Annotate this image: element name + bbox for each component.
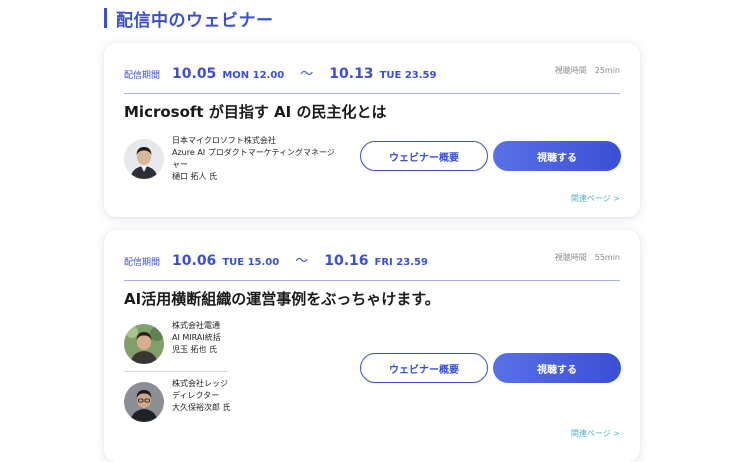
webinar-title: Microsoft が目指す AI の民主化とは bbox=[124, 103, 387, 121]
end-day-time: TUE 23.59 bbox=[379, 70, 437, 81]
end-date: 10.16 bbox=[324, 253, 369, 269]
start-day-time: MON 12.00 bbox=[222, 70, 285, 81]
speaker-role: AI MIRAI統括 bbox=[172, 333, 221, 342]
related-page-link[interactable]: 関連ページ > bbox=[571, 428, 620, 439]
speaker-info: 株式会社電通 AI MIRAI統括 児玉 拓也 氏 bbox=[172, 320, 221, 356]
section-title: 配信中のウェビナー bbox=[116, 10, 274, 31]
viewing-time-value: 25min bbox=[594, 66, 620, 75]
related-page-link[interactable]: 関連ページ > bbox=[571, 193, 620, 204]
start-date: 10.06 bbox=[172, 253, 217, 269]
speaker-company: 株式会社レッジ bbox=[172, 379, 228, 388]
speaker-role: Azure AI プロダクトマーケティングマネージ bbox=[172, 148, 335, 157]
speaker-info: 株式会社レッジ ディレクター 大久保裕次郎 氏 bbox=[172, 378, 231, 414]
webinar-overview-button[interactable]: ウェビナー概要 bbox=[360, 141, 488, 171]
viewing-time-value: 55min bbox=[594, 253, 620, 262]
period-label: 配信期間 bbox=[124, 71, 161, 81]
speaker: 株式会社電通 AI MIRAI統括 児玉 拓也 氏 bbox=[124, 320, 221, 364]
end-day-time: FRI 23.59 bbox=[374, 257, 428, 268]
avatar bbox=[124, 324, 164, 364]
speaker-role: ディレクター bbox=[172, 391, 220, 400]
delivery-period: 配信期間 10.05 MON 12.00 〜 10.13 TUE 23.59 bbox=[124, 63, 436, 82]
avatar bbox=[124, 382, 164, 422]
webinar-card: 配信期間 10.05 MON 12.00 〜 10.13 TUE 23.59 視… bbox=[104, 43, 640, 217]
section-heading: 配信中のウェビナー bbox=[104, 6, 274, 31]
webinar-card: 配信期間 10.06 TUE 15.00 〜 10.16 FRI 23.59 視… bbox=[104, 230, 640, 462]
period-separator: 〜 bbox=[295, 254, 309, 269]
speaker-info: 日本マイクロソフト株式会社 Azure AI プロダクトマーケティングマネージ … bbox=[172, 135, 335, 183]
header-divider bbox=[124, 93, 620, 94]
viewing-time: 視聴時間 55min bbox=[555, 252, 620, 263]
speaker-company: 日本マイクロソフト株式会社 bbox=[172, 136, 276, 145]
speaker-company: 株式会社電通 bbox=[172, 321, 220, 330]
start-day-time: TUE 15.00 bbox=[222, 257, 280, 268]
watch-button[interactable]: 視聴する bbox=[493, 141, 621, 171]
speaker-name: 児玉 拓也 氏 bbox=[172, 345, 218, 354]
period-separator: 〜 bbox=[300, 67, 314, 82]
viewing-time-label: 視聴時間 bbox=[554, 66, 587, 75]
speaker-divider bbox=[124, 371, 228, 372]
webinar-overview-button[interactable]: ウェビナー概要 bbox=[360, 353, 488, 383]
speaker-name: 大久保裕次郎 氏 bbox=[172, 403, 231, 412]
end-date: 10.13 bbox=[329, 66, 374, 82]
period-label: 配信期間 bbox=[124, 258, 161, 268]
heading-accent-bar bbox=[104, 8, 107, 28]
header-divider bbox=[124, 280, 620, 281]
avatar bbox=[124, 139, 164, 179]
speaker: 日本マイクロソフト株式会社 Azure AI プロダクトマーケティングマネージ … bbox=[124, 135, 335, 183]
start-date: 10.05 bbox=[172, 66, 217, 82]
viewing-time-label: 視聴時間 bbox=[554, 253, 587, 262]
delivery-period: 配信期間 10.06 TUE 15.00 〜 10.16 FRI 23.59 bbox=[124, 250, 428, 269]
speaker: 株式会社レッジ ディレクター 大久保裕次郎 氏 bbox=[124, 378, 231, 422]
webinar-title: AI活用横断組織の運営事例をぶっちゃけます。 bbox=[124, 290, 440, 308]
speaker-name: 樋口 拓人 氏 bbox=[172, 172, 218, 181]
speaker-role-cont: ャー bbox=[172, 160, 188, 169]
viewing-time: 視聴時間 25min bbox=[555, 65, 620, 76]
watch-button[interactable]: 視聴する bbox=[493, 353, 621, 383]
